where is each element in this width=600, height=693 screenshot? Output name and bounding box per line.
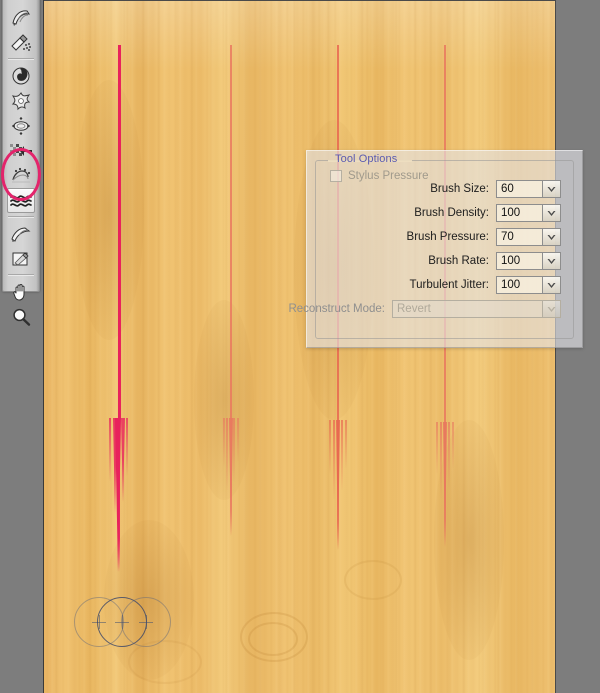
tool-forward-warp[interactable] xyxy=(7,5,35,30)
magnifier-icon xyxy=(11,307,31,327)
option-label: Brush Rate: xyxy=(428,255,489,267)
tool-options-panel: Tool Options Brush Size: 60 Brush Density:… xyxy=(288,150,583,348)
chevron-down-icon[interactable] xyxy=(542,228,561,246)
option-label: Reconstruct Mode: xyxy=(288,303,385,315)
tool-pucker[interactable] xyxy=(7,88,35,113)
hand-icon xyxy=(11,282,31,302)
option-combobox: Revert xyxy=(392,300,561,318)
tool-reconstruct[interactable] xyxy=(7,30,35,55)
option-combobox[interactable]: 70 xyxy=(496,228,561,246)
tool-mirror[interactable] xyxy=(7,163,35,188)
chevron-down-icon xyxy=(542,300,561,318)
option-value-input: Revert xyxy=(392,300,542,318)
tool-zoom[interactable] xyxy=(7,304,35,329)
option-combobox[interactable]: 100 xyxy=(496,204,561,222)
option-value-input[interactable]: 100 xyxy=(496,204,542,222)
tool-hand[interactable] xyxy=(7,279,35,304)
tool-turbulence[interactable] xyxy=(7,188,35,213)
option-combobox[interactable]: 100 xyxy=(496,252,561,270)
freeze-mask-icon xyxy=(10,225,32,243)
option-row-brush-density[interactable]: Brush Density: 100 xyxy=(316,201,573,225)
tool-thaw-mask[interactable] xyxy=(7,246,35,271)
crosshair-vertical xyxy=(146,615,147,629)
stylus-pressure-row[interactable]: Stylus Pressure xyxy=(316,165,573,187)
option-label: Brush Pressure: xyxy=(406,231,489,243)
push-left-icon xyxy=(10,142,32,160)
option-row-turbulent-jitter[interactable]: Turbulent Jitter: 100 xyxy=(316,273,573,297)
chevron-down-icon[interactable] xyxy=(542,252,561,270)
option-label: Brush Density: xyxy=(414,207,489,219)
option-row-brush-rate[interactable]: Brush Rate: 100 xyxy=(316,249,573,273)
option-value-input[interactable]: 100 xyxy=(496,252,542,270)
tool-freeze-mask[interactable] xyxy=(7,221,35,246)
option-row-reconstruct-mode: Reconstruct Mode: Revert xyxy=(288,297,573,321)
forward-warp-icon xyxy=(10,8,32,28)
twirl-clockwise-icon xyxy=(11,66,31,86)
stylus-pressure-label: Stylus Pressure xyxy=(348,170,429,182)
tool-bloat[interactable] xyxy=(7,113,35,138)
option-value-input[interactable]: 100 xyxy=(496,276,542,294)
turbulence-wave-icon xyxy=(10,193,32,209)
option-value-input[interactable]: 70 xyxy=(496,228,542,246)
pucker-icon xyxy=(11,91,31,111)
liquify-dialog: Tool Options Brush Size: 60 Brush Density:… xyxy=(0,0,600,693)
tool-options-fieldset: Tool Options Brush Size: 60 Brush Density:… xyxy=(288,153,574,339)
option-label: Turbulent Jitter: xyxy=(409,279,489,291)
option-combobox[interactable]: 100 xyxy=(496,276,561,294)
mirror-icon xyxy=(10,166,32,186)
liquify-toolbar[interactable] xyxy=(2,0,40,326)
chevron-down-icon[interactable] xyxy=(542,276,561,294)
thaw-mask-icon xyxy=(10,250,32,268)
tool-options-title: Tool Options xyxy=(335,153,398,165)
stylus-pressure-checkbox[interactable] xyxy=(330,170,342,182)
tool-options-rows: Brush Size: 60 Brush Density: 100 Brush Pres… xyxy=(288,177,573,321)
chevron-down-icon[interactable] xyxy=(542,204,561,222)
tool-twirl-clockwise[interactable] xyxy=(7,63,35,88)
option-row-brush-pressure[interactable]: Brush Pressure: 70 xyxy=(316,225,573,249)
bloat-icon xyxy=(11,116,31,136)
reconstruct-icon xyxy=(10,33,32,53)
tool-push-left[interactable] xyxy=(7,138,35,163)
